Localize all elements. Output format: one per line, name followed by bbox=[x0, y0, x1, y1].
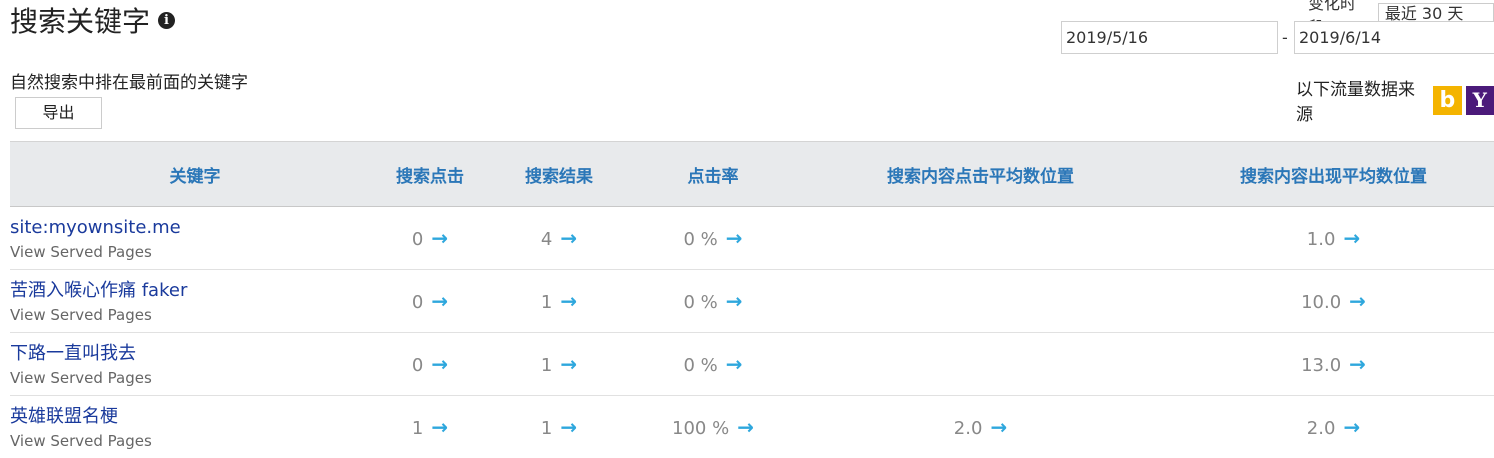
clicks-value: 0 bbox=[411, 229, 424, 250]
avg-click-position-cell bbox=[788, 269, 1173, 333]
yahoo-icon: Y bbox=[1465, 85, 1494, 115]
date-from-input[interactable]: 2019/5/16 bbox=[1061, 21, 1278, 54]
clicks-cell: 0 → bbox=[380, 269, 480, 333]
bing-icon: b bbox=[1433, 85, 1462, 115]
arrow-right-icon[interactable]: → bbox=[1349, 289, 1366, 313]
arrow-right-icon[interactable]: → bbox=[431, 352, 448, 376]
results-value: 1 bbox=[540, 355, 553, 376]
arrow-right-icon[interactable]: → bbox=[726, 352, 743, 376]
keyword-cell: 下路一直叫我去 View Served Pages bbox=[10, 332, 380, 396]
table-row: 下路一直叫我去 View Served Pages 0 → 1 → 0 % → 13.0 → bbox=[10, 332, 1494, 396]
traffic-source-label: 以下流量数据来源 bbox=[1296, 80, 1415, 125]
avg-impression-position-cell: 10.0 → bbox=[1173, 269, 1494, 333]
results-value: 1 bbox=[540, 292, 553, 313]
keyword-cell: site:myownsite.me View Served Pages bbox=[10, 206, 380, 270]
ctr-value: 100 % bbox=[672, 418, 730, 440]
clicks-value: 0 bbox=[411, 292, 424, 313]
results-cell: 1 → bbox=[480, 332, 638, 396]
avg-click-position-cell: 2.0 → bbox=[788, 396, 1173, 458]
arrow-right-icon[interactable]: → bbox=[431, 226, 448, 250]
page-title: 搜索关键字 i bbox=[10, 0, 176, 40]
arrow-right-icon[interactable]: → bbox=[737, 415, 754, 439]
keyword-link[interactable]: site:myownsite.me bbox=[10, 217, 380, 239]
section-subtitle: 自然搜索中排在最前面的关键字 bbox=[10, 73, 248, 93]
arrow-right-icon[interactable]: → bbox=[560, 415, 577, 439]
keyword-cell: 英雄联盟名梗 View Served Pages bbox=[10, 396, 380, 458]
arrow-right-icon[interactable]: → bbox=[1343, 415, 1360, 439]
arrow-right-icon[interactable]: → bbox=[560, 226, 577, 250]
ctr-value: 0 % bbox=[683, 229, 718, 250]
arrow-right-icon[interactable]: → bbox=[726, 289, 743, 313]
table-row: 苦酒入喉心作痛 faker View Served Pages 0 → 1 → 0 % → 10… bbox=[10, 269, 1494, 333]
col-keyword[interactable]: 关键字 bbox=[10, 141, 380, 207]
col-results[interactable]: 搜索结果 bbox=[480, 141, 638, 207]
export-button[interactable]: 导出 bbox=[15, 97, 102, 129]
clicks-value: 0 bbox=[411, 355, 424, 376]
arrow-right-icon[interactable]: → bbox=[560, 289, 577, 313]
arrow-right-icon[interactable]: → bbox=[431, 415, 448, 439]
view-served-pages-link[interactable]: View Served Pages bbox=[10, 367, 380, 389]
col-avg-click-position[interactable]: 搜索内容点击平均数位置 bbox=[788, 141, 1173, 207]
arrow-right-icon[interactable]: → bbox=[1343, 226, 1360, 250]
view-served-pages-link[interactable]: View Served Pages bbox=[10, 241, 380, 263]
avg-impression-position-value: 10.0 bbox=[1301, 292, 1342, 313]
avg-impression-position-value: 2.0 bbox=[1306, 418, 1336, 440]
arrow-right-icon[interactable]: → bbox=[560, 352, 577, 376]
traffic-source: 以下流量数据来源 b Y bbox=[1296, 75, 1494, 125]
page-title-text: 搜索关键字 bbox=[10, 5, 151, 38]
keyword-link[interactable]: 下路一直叫我去 bbox=[10, 343, 380, 365]
date-separator: - bbox=[1282, 28, 1288, 47]
ctr-cell: 0 % → bbox=[638, 206, 788, 270]
ctr-cell: 100 % → bbox=[638, 396, 788, 458]
avg-impression-position-cell: 1.0 → bbox=[1173, 206, 1494, 270]
col-ctr[interactable]: 点击率 bbox=[638, 141, 788, 207]
keyword-cell: 苦酒入喉心作痛 faker View Served Pages bbox=[10, 269, 380, 333]
arrow-right-icon[interactable]: → bbox=[726, 226, 743, 250]
table-row: site:myownsite.me View Served Pages 0 → 4 → 0 … bbox=[10, 206, 1494, 270]
results-cell: 1 → bbox=[480, 396, 638, 458]
results-value: 4 bbox=[540, 229, 553, 250]
arrow-right-icon[interactable]: → bbox=[1349, 352, 1366, 376]
ctr-value: 0 % bbox=[683, 355, 718, 376]
clicks-cell: 0 → bbox=[380, 332, 480, 396]
keyword-link[interactable]: 英雄联盟名梗 bbox=[10, 406, 380, 428]
clicks-value: 1 bbox=[411, 418, 424, 440]
results-cell: 4 → bbox=[480, 206, 638, 270]
table-row: 英雄联盟名梗 View Served Pages 1 → 1 → 100 % → 2.0 → 2.0… bbox=[10, 396, 1494, 458]
ctr-cell: 0 % → bbox=[638, 269, 788, 333]
ctr-value: 0 % bbox=[683, 292, 718, 313]
clicks-cell: 0 → bbox=[380, 206, 480, 270]
avg-impression-position-value: 13.0 bbox=[1301, 355, 1342, 376]
arrow-right-icon[interactable]: → bbox=[990, 415, 1007, 439]
avg-impression-position-cell: 13.0 → bbox=[1173, 332, 1494, 396]
avg-click-position-cell bbox=[788, 332, 1173, 396]
results-cell: 1 → bbox=[480, 269, 638, 333]
avg-impression-position-value: 1.0 bbox=[1306, 229, 1336, 250]
keyword-link[interactable]: 苦酒入喉心作痛 faker bbox=[10, 280, 380, 302]
view-served-pages-link[interactable]: View Served Pages bbox=[10, 304, 380, 326]
clicks-cell: 1 → bbox=[380, 396, 480, 458]
view-served-pages-link[interactable]: View Served Pages bbox=[10, 430, 380, 452]
keywords-table: 关键字 搜索点击 搜索结果 点击率 搜索内容点击平均数位置 搜索内容出现平均数位… bbox=[10, 141, 1494, 458]
date-to-input[interactable]: 2019/6/14 bbox=[1294, 21, 1494, 54]
results-value: 1 bbox=[540, 418, 553, 440]
col-clicks[interactable]: 搜索点击 bbox=[380, 141, 480, 207]
info-icon[interactable]: i bbox=[158, 11, 176, 29]
arrow-right-icon[interactable]: → bbox=[431, 289, 448, 313]
col-avg-impression-position[interactable]: 搜索内容出现平均数位置 bbox=[1173, 141, 1494, 207]
table-header-row: 关键字 搜索点击 搜索结果 点击率 搜索内容点击平均数位置 搜索内容出现平均数位… bbox=[10, 141, 1494, 207]
avg-click-position-cell bbox=[788, 206, 1173, 270]
ctr-cell: 0 % → bbox=[638, 332, 788, 396]
avg-impression-position-cell: 2.0 → bbox=[1173, 396, 1494, 458]
avg-click-position-value: 2.0 bbox=[953, 418, 983, 440]
